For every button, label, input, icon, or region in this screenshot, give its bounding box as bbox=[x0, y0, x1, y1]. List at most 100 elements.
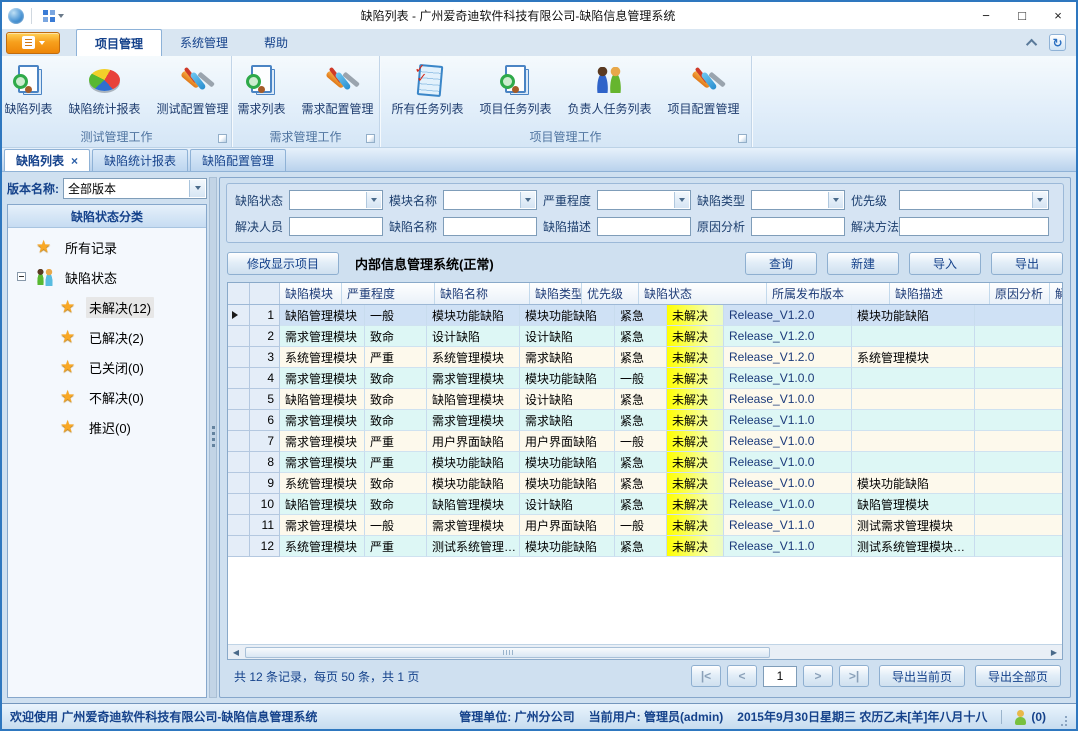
grid-column-header[interactable]: 缺陷状态 bbox=[639, 283, 767, 304]
cell-defect-name[interactable]: 模块功能缺陷 bbox=[427, 473, 520, 494]
cell-severity[interactable]: 致命 bbox=[365, 494, 427, 515]
cell-defect-name[interactable]: 模块功能缺陷 bbox=[427, 452, 520, 473]
tree-item[interactable]: 已关闭(0) bbox=[8, 352, 206, 382]
tree-item[interactable]: 缺陷状态 bbox=[8, 262, 206, 292]
cell-cause-analysis[interactable] bbox=[975, 389, 1062, 410]
cell-priority[interactable]: 紧急 bbox=[615, 305, 667, 326]
cell-release-version[interactable]: Release_V1.0.0 bbox=[724, 494, 852, 515]
filter-dropdown[interactable] bbox=[597, 190, 691, 210]
cell-status[interactable]: 未解决 bbox=[667, 368, 724, 389]
cell-cause-analysis[interactable] bbox=[975, 494, 1062, 515]
cell-severity[interactable]: 致命 bbox=[365, 389, 427, 410]
ribbon-button[interactable]: 缺陷列表 bbox=[0, 60, 60, 117]
cell-module[interactable]: 需求管理模块 bbox=[280, 410, 365, 431]
cell-defect-type[interactable]: 需求缺陷 bbox=[520, 347, 615, 368]
grid-column-header[interactable]: 解决方法 bbox=[1050, 283, 1062, 304]
cell-status[interactable]: 未解决 bbox=[667, 389, 724, 410]
cell-priority[interactable]: 一般 bbox=[615, 368, 667, 389]
ribbon-button[interactable]: 需求配置管理 bbox=[295, 60, 381, 117]
cell-release-version[interactable]: Release_V1.0.0 bbox=[724, 368, 852, 389]
cell-description[interactable]: 测试需求管理模块 bbox=[852, 515, 975, 536]
cell-module[interactable]: 需求管理模块 bbox=[280, 326, 365, 347]
cell-defect-name[interactable]: 缺陷管理模块 bbox=[427, 494, 520, 515]
export-current-page-button[interactable]: 导出当前页 bbox=[879, 665, 965, 687]
cell-defect-name[interactable]: 模块功能缺陷 bbox=[427, 305, 520, 326]
cell-release-version[interactable]: Release_V1.1.0 bbox=[724, 410, 852, 431]
cell-release-version[interactable]: Release_V1.0.0 bbox=[724, 389, 852, 410]
filter-input[interactable] bbox=[751, 217, 845, 236]
cell-defect-type[interactable]: 模块功能缺陷 bbox=[520, 368, 615, 389]
cell-cause-analysis[interactable] bbox=[975, 536, 1062, 557]
cell-defect-type[interactable]: 设计缺陷 bbox=[520, 389, 615, 410]
page-number-input[interactable] bbox=[763, 666, 797, 687]
filter-input[interactable] bbox=[289, 217, 383, 236]
first-page-button[interactable]: |< bbox=[691, 665, 721, 687]
filter-input[interactable] bbox=[443, 217, 537, 236]
cell-severity[interactable]: 严重 bbox=[365, 347, 427, 368]
ribbon-tab[interactable]: 系统管理 bbox=[162, 29, 246, 56]
version-dropdown[interactable]: 全部版本 bbox=[63, 178, 207, 199]
cell-priority[interactable]: 紧急 bbox=[615, 536, 667, 557]
tree-item[interactable]: 未解决(12) bbox=[8, 292, 206, 322]
cell-cause-analysis[interactable] bbox=[975, 431, 1062, 452]
cell-status[interactable]: 未解决 bbox=[667, 305, 724, 326]
document-tab[interactable]: 缺陷统计报表 bbox=[92, 149, 188, 171]
cell-module[interactable]: 系统管理模块 bbox=[280, 473, 365, 494]
table-row[interactable]: 8 需求管理模块 严重 模块功能缺陷 模块功能缺陷 紧急 未解决 Release… bbox=[228, 452, 1062, 473]
prev-page-button[interactable]: < bbox=[727, 665, 757, 687]
cell-severity[interactable]: 致命 bbox=[365, 326, 427, 347]
table-row[interactable]: 5 缺陷管理模块 致命 缺陷管理模块 设计缺陷 紧急 未解决 Release_V… bbox=[228, 389, 1062, 410]
cell-severity[interactable]: 严重 bbox=[365, 452, 427, 473]
modify-columns-button[interactable]: 修改显示项目 bbox=[227, 252, 339, 275]
scroll-right-icon[interactable] bbox=[1046, 645, 1062, 659]
cell-release-version[interactable]: Release_V1.0.0 bbox=[724, 473, 852, 494]
grid-column-header[interactable]: 缺陷模块 bbox=[280, 283, 342, 304]
cell-defect-type[interactable]: 模块功能缺陷 bbox=[520, 305, 615, 326]
ribbon-button[interactable]: 需求列表 bbox=[230, 60, 292, 117]
tree-expander-icon[interactable] bbox=[17, 272, 26, 281]
cell-severity[interactable]: 一般 bbox=[365, 515, 427, 536]
grid-column-header[interactable]: 所属发布版本 bbox=[767, 283, 890, 304]
cell-defect-type[interactable]: 设计缺陷 bbox=[520, 494, 615, 515]
cell-release-version[interactable]: Release_V1.2.0 bbox=[724, 305, 852, 326]
cell-priority[interactable]: 紧急 bbox=[615, 473, 667, 494]
cell-description[interactable] bbox=[852, 431, 975, 452]
cell-description[interactable] bbox=[852, 410, 975, 431]
cell-priority[interactable]: 一般 bbox=[615, 431, 667, 452]
minimize-button[interactable]: − bbox=[968, 2, 1004, 29]
table-row[interactable]: 7 需求管理模块 严重 用户界面缺陷 用户界面缺陷 一般 未解决 Release… bbox=[228, 431, 1062, 452]
cell-description[interactable] bbox=[852, 452, 975, 473]
ribbon-button[interactable]: 测试配置管理 bbox=[150, 60, 236, 117]
cell-defect-type[interactable]: 用户界面缺陷 bbox=[520, 515, 615, 536]
cell-release-version[interactable]: Release_V1.2.0 bbox=[724, 347, 852, 368]
cell-defect-name[interactable]: 设计缺陷 bbox=[427, 326, 520, 347]
cell-description[interactable]: 模块功能缺陷 bbox=[852, 473, 975, 494]
cell-module[interactable]: 系统管理模块 bbox=[280, 536, 365, 557]
cell-description[interactable] bbox=[852, 368, 975, 389]
cell-module[interactable]: 需求管理模块 bbox=[280, 452, 365, 473]
cell-defect-type[interactable]: 模块功能缺陷 bbox=[520, 536, 615, 557]
cell-module[interactable]: 缺陷管理模块 bbox=[280, 389, 365, 410]
next-page-button[interactable]: > bbox=[803, 665, 833, 687]
tree-item[interactable]: 推迟(0) bbox=[8, 412, 206, 442]
cell-priority[interactable]: 紧急 bbox=[615, 347, 667, 368]
cell-defect-name[interactable]: 需求管理模块 bbox=[427, 515, 520, 536]
filter-dropdown[interactable] bbox=[751, 190, 845, 210]
cell-description[interactable]: 系统管理模块 bbox=[852, 347, 975, 368]
tree-item[interactable]: 不解决(0) bbox=[8, 382, 206, 412]
cell-status[interactable]: 未解决 bbox=[667, 326, 724, 347]
cell-defect-name[interactable]: 测试系统管理… bbox=[427, 536, 520, 557]
ribbon-button[interactable]: 所有任务列表 bbox=[384, 60, 470, 117]
table-row[interactable]: 9 系统管理模块 致命 模块功能缺陷 模块功能缺陷 紧急 未解决 Release… bbox=[228, 473, 1062, 494]
table-row[interactable]: 4 需求管理模块 致命 需求管理模块 模块功能缺陷 一般 未解决 Release… bbox=[228, 368, 1062, 389]
cell-release-version[interactable]: Release_V1.2.0 bbox=[724, 326, 852, 347]
dropdown-arrow-icon[interactable] bbox=[828, 192, 843, 208]
cell-cause-analysis[interactable] bbox=[975, 410, 1062, 431]
ribbon-button[interactable]: 项目配置管理 bbox=[661, 60, 747, 117]
cell-defect-type[interactable]: 模块功能缺陷 bbox=[520, 473, 615, 494]
scrollbar-thumb[interactable] bbox=[245, 647, 770, 658]
cell-description[interactable]: 测试系统管理模块… bbox=[852, 536, 975, 557]
help-icon[interactable] bbox=[1049, 34, 1066, 51]
cell-defect-name[interactable]: 需求管理模块 bbox=[427, 368, 520, 389]
grid-column-header[interactable]: 缺陷类型 bbox=[530, 283, 582, 304]
